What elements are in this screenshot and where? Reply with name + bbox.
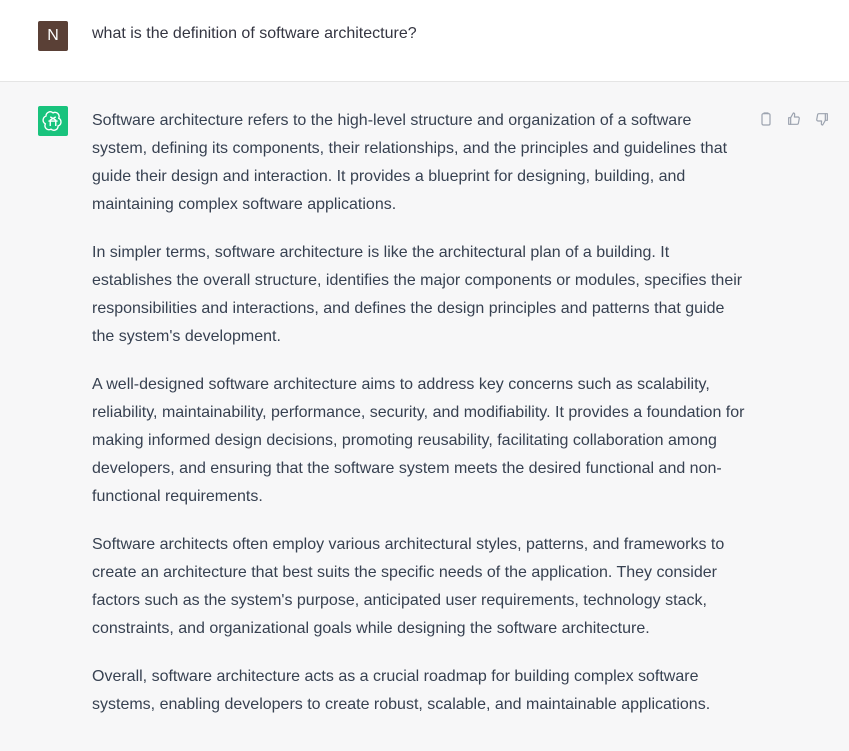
thumbs-down-button[interactable] <box>813 110 831 128</box>
assistant-message-row: Software architecture refers to the high… <box>0 82 849 751</box>
thumbs-down-icon <box>816 113 828 126</box>
assistant-paragraph: Overall, software architecture acts as a… <box>92 668 711 713</box>
user-avatar: N <box>38 21 68 51</box>
message-actions <box>757 110 831 128</box>
clipboard-icon <box>761 112 771 126</box>
copy-button[interactable] <box>757 110 775 128</box>
assistant-paragraph: In simpler terms, software architecture … <box>92 244 743 345</box>
assistant-paragraph: Software architecture refers to the high… <box>92 112 728 213</box>
assistant-paragraph: Software architects often employ various… <box>92 536 725 637</box>
assistant-paragraph: A well-designed software architecture ai… <box>92 376 745 505</box>
openai-logo-icon <box>38 106 68 136</box>
assistant-message-text: Software architecture refers to the high… <box>92 107 748 739</box>
user-message-text: what is the definition of software archi… <box>92 25 417 42</box>
thumbs-up-icon <box>788 112 800 125</box>
user-message-row: N what is the definition of software arc… <box>0 0 849 82</box>
thumbs-up-button[interactable] <box>785 110 803 128</box>
